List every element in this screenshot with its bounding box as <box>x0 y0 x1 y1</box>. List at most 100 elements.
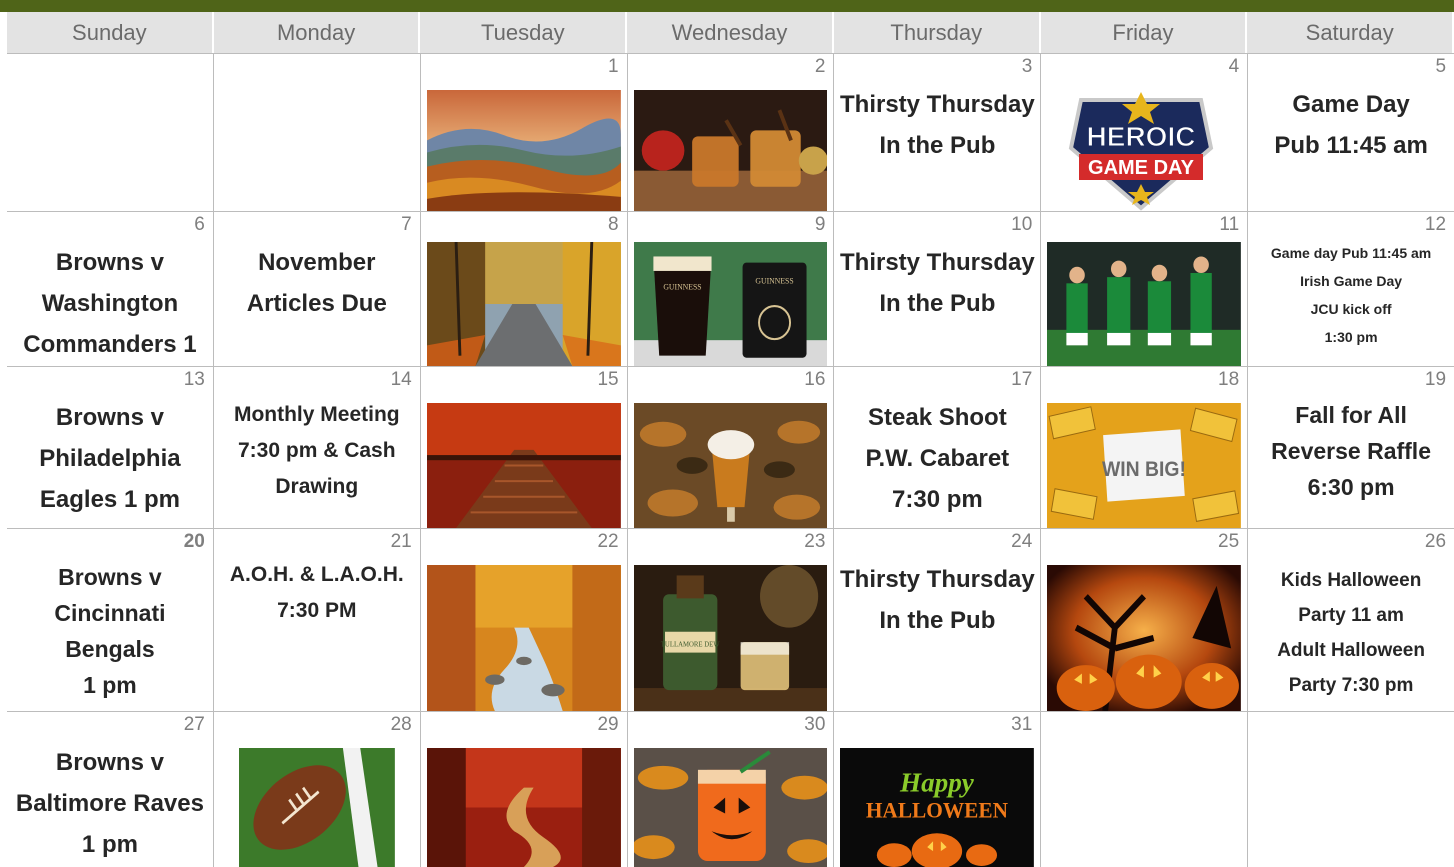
weekday-header: Sunday Monday Tuesday Wednesday Thursday… <box>7 12 1454 53</box>
heroic-game-day-logo: HEROIC GAME DAY <box>1061 88 1221 211</box>
week-row-3: 13 Browns v Philadelphia Eagles 1 pm 14 Mo… <box>7 366 1454 528</box>
autumn-forest-path-image <box>426 748 621 867</box>
day-number: 10 <box>1011 214 1033 235</box>
event-text: Thirsty Thursday In the Pub <box>840 249 1035 317</box>
day-cell-29[interactable]: 29 <box>421 712 628 867</box>
day-cell-13[interactable]: 13 Browns v Philadelphia Eagles 1 pm <box>7 367 214 528</box>
autumn-road-image <box>426 242 621 366</box>
week-row-5: 27 Browns v Baltimore Raves 1 pm 28 29 3… <box>7 711 1454 867</box>
day-cell-25[interactable]: 25 <box>1041 529 1249 711</box>
day-cell-27[interactable]: 27 Browns v Baltimore Raves 1 pm <box>7 712 214 867</box>
event-text: Steak Shoot P.W. Cabaret 7:30 pm <box>865 404 1010 513</box>
day-cell-19[interactable]: 19 Fall for All Reverse Raffle 6:30 pm <box>1248 367 1454 528</box>
day-cell-empty <box>1041 712 1249 867</box>
day-number: 24 <box>1011 531 1033 552</box>
day-cell-9[interactable]: 9 GUINNESS GUINNESS <box>628 212 835 366</box>
happy-halloween-image: Happy HALLOWEEN <box>840 748 1035 867</box>
cider-drinks-image <box>633 90 828 211</box>
day-number: 30 <box>804 714 826 735</box>
day-number: 7 <box>401 214 412 235</box>
week-row-4: 20 Browns v Cincinnati Bengals 1 pm 21 A.O… <box>7 528 1454 711</box>
day-cell-20[interactable]: 20 Browns v Cincinnati Bengals 1 pm <box>7 529 214 711</box>
day-number: 14 <box>390 369 412 390</box>
day-cell-18[interactable]: 18 WIN BIG! <box>1041 367 1249 528</box>
event-text: Game Day Pub 11:45 am <box>1274 91 1428 159</box>
day-cell-8[interactable]: 8 <box>421 212 628 366</box>
day-cell-empty <box>214 54 421 211</box>
day-cell-11[interactable]: 11 <box>1041 212 1249 366</box>
header-tuesday: Tuesday <box>420 12 628 53</box>
day-number: 2 <box>814 56 826 77</box>
day-cell-10[interactable]: 10 Thirsty Thursday In the Pub <box>834 212 1042 366</box>
day-cell-24[interactable]: 24 Thirsty Thursday In the Pub <box>834 529 1042 711</box>
event-text: Game day Pub 11:45 am Irish Game Day JCU k… <box>1270 245 1432 345</box>
week-row-1: 1 2 3 Thirsty Thursday In the Pub 4 HERO… <box>7 53 1454 211</box>
day-number: 27 <box>183 714 205 735</box>
day-cell-22[interactable]: 22 <box>421 529 628 711</box>
event-text: Browns v Philadelphia Eagles 1 pm <box>39 404 181 513</box>
halloween-pumpkins-image <box>1047 565 1242 711</box>
week-row-2: 6 Browns vWashingtonCommanders 1 pm 7 No… <box>7 211 1454 366</box>
day-number: 25 <box>1218 531 1240 552</box>
soccer-celebration-image <box>1047 242 1242 366</box>
day-cell-15[interactable]: 15 <box>421 367 628 528</box>
day-cell-30[interactable]: 30 <box>628 712 835 867</box>
day-cell-3[interactable]: 3 Thirsty Thursday In the Pub <box>834 54 1042 211</box>
day-number: 8 <box>608 214 619 235</box>
red-forest-path-image <box>426 403 621 528</box>
top-accent-bar <box>0 0 1454 12</box>
day-number: 21 <box>390 531 412 552</box>
day-cell-1[interactable]: 1 <box>421 54 628 211</box>
day-number: 19 <box>1424 369 1447 390</box>
day-cell-2[interactable]: 2 <box>628 54 835 211</box>
day-cell-14[interactable]: 14 Monthly Meeting 7:30 pm & Cash Drawing <box>214 367 421 528</box>
day-number: 23 <box>804 531 826 552</box>
svg-text:WIN BIG!: WIN BIG! <box>1102 458 1186 481</box>
event-text: A.O.H. & L.A.O.H. 7:30 PM <box>229 563 404 622</box>
day-number: 9 <box>814 214 826 235</box>
autumn-stream-image <box>426 565 621 711</box>
calendar-grid: 1 2 3 Thirsty Thursday In the Pub 4 HERO… <box>7 53 1454 867</box>
day-cell-26[interactable]: 26 Kids Halloween Party 11 am Adult Hallow… <box>1248 529 1454 711</box>
day-cell-empty <box>7 54 214 211</box>
svg-text:GUINNESS: GUINNESS <box>755 276 793 285</box>
raffle-tickets-image: WIN BIG! <box>1047 403 1242 528</box>
day-cell-7[interactable]: 7 November Articles Due <box>214 212 421 366</box>
day-cell-4[interactable]: 4 HEROIC GAME DAY <box>1041 54 1249 211</box>
day-cell-12[interactable]: 12 Game day Pub 11:45 am Irish Game Day JC… <box>1248 212 1454 366</box>
svg-text:HEROIC: HEROIC <box>1087 121 1196 152</box>
day-cell-21[interactable]: 21 A.O.H. & L.A.O.H. 7:30 PM <box>214 529 421 711</box>
day-number: 3 <box>1021 56 1033 77</box>
header-thursday: Thursday <box>833 12 1041 53</box>
day-number: 26 <box>1424 531 1447 552</box>
day-cell-16[interactable]: 16 <box>628 367 835 528</box>
day-cell-6[interactable]: 6 Browns vWashingtonCommanders 1 pm <box>7 212 214 366</box>
day-number: 1 <box>608 56 619 77</box>
event-text: Monthly Meeting 7:30 pm & Cash Drawing <box>233 403 400 498</box>
day-cell-5[interactable]: 5 Game Day Pub 11:45 am <box>1248 54 1454 211</box>
day-cell-28[interactable]: 28 <box>214 712 421 867</box>
day-cell-31[interactable]: 31 Happy HALLOWEEN <box>834 712 1042 867</box>
day-number: 6 <box>194 214 205 235</box>
tullamore-whiskey-image: TULLAMORE DEW <box>633 565 828 711</box>
day-number: 17 <box>1011 369 1033 390</box>
day-number: 20 <box>183 531 205 552</box>
day-cell-23[interactable]: 23 TULLAMORE DEW <box>628 529 835 711</box>
svg-text:GAME DAY: GAME DAY <box>1088 157 1195 179</box>
beer-leaves-image <box>633 403 828 528</box>
event-text: November Articles Due <box>246 249 387 317</box>
header-monday: Monday <box>213 12 421 53</box>
svg-text:GUINNESS: GUINNESS <box>663 282 701 291</box>
day-number: 18 <box>1218 369 1240 390</box>
header-saturday: Saturday <box>1247 12 1454 53</box>
header-wednesday: Wednesday <box>627 12 834 53</box>
day-number: 16 <box>804 369 826 390</box>
svg-text:Happy: Happy <box>899 767 975 797</box>
day-number: 22 <box>597 531 619 552</box>
football-image <box>238 748 395 867</box>
day-number: 12 <box>1424 214 1447 235</box>
event-text: Kids Halloween Party 11 am Adult Halloween… <box>1277 570 1425 696</box>
event-text: Browns vWashingtonCommanders 1 pm <box>23 249 197 358</box>
day-number: 13 <box>183 369 205 390</box>
day-cell-17[interactable]: 17 Steak Shoot P.W. Cabaret 7:30 pm <box>834 367 1042 528</box>
